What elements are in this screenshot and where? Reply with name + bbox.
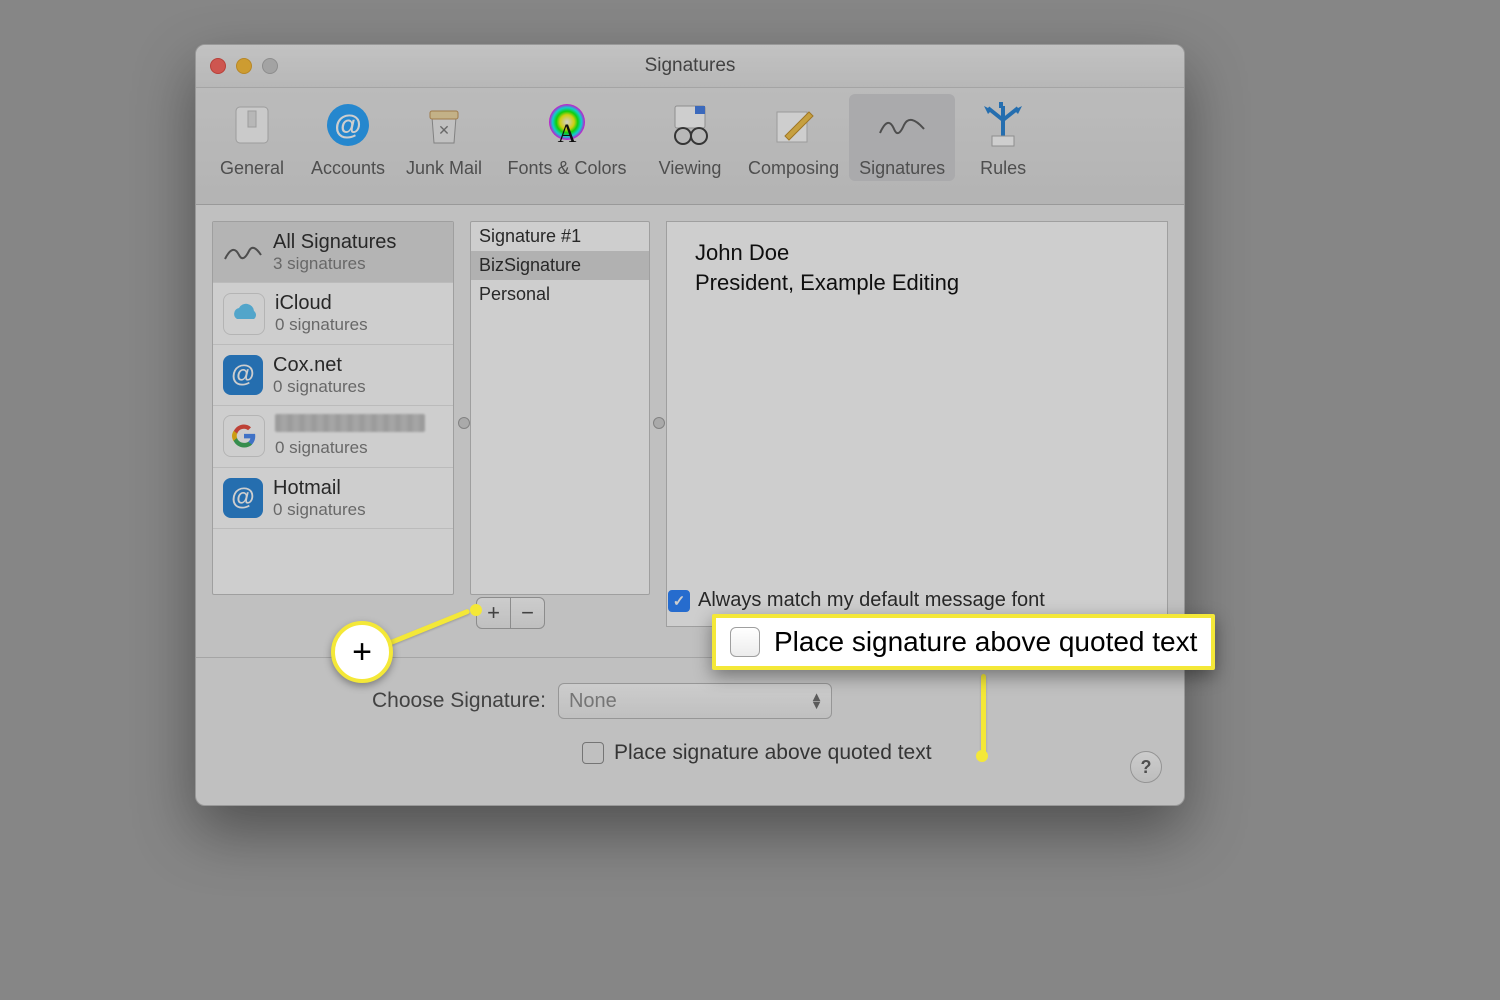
rules-icon — [976, 98, 1030, 152]
glasses-icon — [663, 98, 717, 152]
account-cox[interactable]: @ Cox.net0 signatures — [213, 345, 453, 406]
always-match-font-checkbox[interactable] — [668, 590, 690, 612]
callout-add-button: + — [331, 621, 393, 683]
at-icon: @ — [223, 478, 263, 518]
column-resize-handle[interactable] — [458, 417, 470, 429]
preferences-window: Signatures General @ Accounts ✕ Junk Mai — [195, 44, 1185, 806]
titlebar: Signatures — [196, 45, 1184, 88]
redacted-account-name — [275, 414, 425, 438]
at-icon: @ — [321, 98, 375, 152]
switch-icon — [225, 98, 279, 152]
preview-line: John Doe — [695, 238, 1139, 268]
always-match-font-row: Always match my default message font — [668, 589, 1045, 612]
help-button[interactable]: ? — [1130, 751, 1162, 783]
pencil-icon — [767, 98, 821, 152]
callout-endpoint — [470, 604, 482, 616]
tab-composing[interactable]: Composing — [738, 94, 849, 181]
plus-icon: + — [331, 621, 393, 683]
signature-add-remove: + − — [476, 597, 545, 629]
signature-icon — [875, 98, 929, 152]
place-above-quoted-row: Place signature above quoted text — [582, 741, 932, 765]
callout-connector — [981, 674, 986, 754]
signature-item[interactable]: Personal — [471, 280, 649, 309]
choose-signature-label: Choose Signature: — [372, 689, 546, 713]
svg-text:A: A — [558, 119, 577, 148]
icloud-icon — [223, 293, 265, 335]
font-color-icon: A — [540, 98, 594, 152]
signature-item[interactable]: BizSignature — [471, 251, 649, 280]
tab-viewing[interactable]: Viewing — [642, 94, 738, 181]
account-icloud[interactable]: iCloud0 signatures — [213, 283, 453, 344]
tab-accounts[interactable]: @ Accounts — [300, 94, 396, 181]
choose-signature-row: Choose Signature: None ▲▼ — [372, 683, 832, 719]
account-google[interactable]: 0 signatures — [213, 406, 453, 467]
callout-place-signature: Place signature above quoted text — [712, 614, 1215, 670]
place-above-quoted-checkbox[interactable] — [582, 742, 604, 764]
callout-label: Place signature above quoted text — [774, 626, 1197, 658]
tab-fonts-colors[interactable]: A Fonts & Colors — [492, 94, 642, 181]
remove-signature-button[interactable]: − — [511, 597, 545, 629]
svg-text:✕: ✕ — [438, 122, 450, 138]
tab-signatures[interactable]: Signatures — [849, 94, 955, 181]
preview-line: President, Example Editing — [695, 268, 1139, 298]
tab-general[interactable]: General — [204, 94, 300, 181]
column-resize-handle[interactable] — [653, 417, 665, 429]
callout-endpoint — [976, 750, 988, 762]
at-icon: @ — [223, 355, 263, 395]
tab-rules[interactable]: Rules — [955, 94, 1051, 181]
add-signature-button[interactable]: + — [476, 597, 511, 629]
chevron-up-down-icon: ▲▼ — [810, 693, 821, 709]
place-above-quoted-label: Place signature above quoted text — [614, 741, 932, 765]
google-icon — [223, 415, 265, 457]
signature-editor[interactable]: John Doe President, Example Editing — [666, 221, 1168, 627]
trash-icon: ✕ — [417, 98, 471, 152]
window-title: Signatures — [196, 55, 1184, 77]
signature-icon — [223, 232, 263, 272]
preferences-toolbar: General @ Accounts ✕ Junk Mail A Fonts &… — [196, 88, 1184, 205]
svg-text:@: @ — [334, 109, 361, 140]
accounts-list[interactable]: All Signatures3 signatures iCloud0 signa… — [212, 221, 454, 595]
always-match-font-label: Always match my default message font — [698, 589, 1045, 612]
account-hotmail[interactable]: @ Hotmail0 signatures — [213, 468, 453, 529]
checkbox-icon — [730, 627, 760, 657]
account-all-signatures[interactable]: All Signatures3 signatures — [213, 222, 453, 283]
choose-signature-select[interactable]: None ▲▼ — [558, 683, 832, 719]
signature-item[interactable]: Signature #1 — [471, 222, 649, 251]
tab-junk-mail[interactable]: ✕ Junk Mail — [396, 94, 492, 181]
signature-list[interactable]: Signature #1 BizSignature Personal — [470, 221, 650, 595]
